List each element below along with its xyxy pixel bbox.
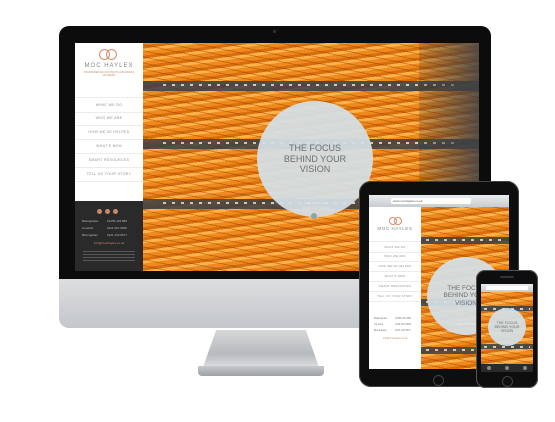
hero-circle: THE FOCUS BEHIND YOUR VISION — [488, 308, 526, 346]
brand-name: MOC HAYLES — [84, 63, 134, 69]
hero-title-line: VISION — [299, 164, 331, 175]
site-sidebar: MOC HAYLES CHARTERED ACCOUNTANTS & BUSIN… — [75, 43, 143, 271]
nav-who-we-are[interactable]: WHO WE ARE — [75, 111, 143, 126]
rack-bar — [421, 237, 509, 244]
sidebar-contact-panel: Basingstoke 01256 423 886 Limerick 0114 … — [75, 201, 143, 271]
phone-icon[interactable] — [505, 366, 509, 370]
iphone-device: THE FOCUS BEHIND YOUR VISION — [476, 270, 538, 388]
office-phone[interactable]: 01256 423 886 — [395, 317, 411, 320]
office-phone[interactable]: 0121 234 5677 — [395, 329, 411, 332]
twitter-icon[interactable] — [105, 209, 110, 214]
url-field[interactable]: www.mochayles.co.uk — [391, 198, 471, 204]
office-city: Basingstoke — [82, 219, 99, 223]
menu-icon[interactable] — [487, 366, 491, 370]
linkedin-icon[interactable] — [97, 209, 102, 214]
nav-smart-resources[interactable]: SMART RESOURCES — [75, 153, 143, 168]
hero-title-line: THE FOCUS — [288, 143, 341, 154]
office-city: Basingstoke — [374, 317, 388, 320]
mobile-tabbar — [481, 364, 533, 372]
contact-email[interactable]: info@mochayles.co.uk — [75, 241, 143, 245]
logo-icon-ring — [106, 49, 117, 60]
office-phone[interactable]: 0114 010 0008 — [395, 323, 411, 326]
hero-title-line: BEHIND YOUR — [283, 153, 347, 164]
hero-subtitle[interactable]: FIND OUT MORE — [289, 201, 343, 205]
office-city: Birmingham — [82, 233, 99, 237]
brand-tagline: CHARTERED ACCOUNTANTS & BUSINESS ADVISER… — [83, 71, 135, 77]
office-city: Limerick — [82, 226, 94, 230]
hero-title-line: VISION — [454, 299, 478, 307]
url-field[interactable] — [486, 286, 528, 290]
iphone-screen: THE FOCUS BEHIND YOUR VISION — [481, 284, 533, 372]
contact-email[interactable]: info@mochayles.co.uk — [369, 337, 421, 340]
hero-title-line: VISION — [500, 329, 514, 334]
hero-arrow-button[interactable] — [311, 213, 317, 219]
ipad-home-button — [433, 375, 444, 386]
browser-toolbar — [481, 284, 533, 292]
nav-tell-us-your-story[interactable]: TELL US YOUR STORY — [369, 291, 421, 302]
footer-fineprint — [83, 251, 135, 263]
hero-circle: THE FOCUS BEHIND YOUR VISION — [257, 101, 373, 217]
mail-icon[interactable] — [523, 366, 527, 370]
brand-name: MOC HAYLES — [377, 226, 413, 231]
nav-whats-new[interactable]: WHAT'S NEW — [75, 139, 143, 154]
facebook-icon[interactable] — [113, 209, 118, 214]
imac-camera-icon — [273, 30, 276, 33]
hero-subtitle[interactable]: WHAT WE CAN DO — [289, 206, 343, 210]
browser-toolbar: www.mochayles.co.uk — [369, 195, 509, 207]
iphone-speaker — [500, 276, 514, 278]
iphone-home-button — [502, 376, 513, 387]
office-city: Limerick — [374, 323, 383, 326]
nav-tell-us-your-story[interactable]: TELL US YOUR STORY — [75, 167, 143, 182]
imac-stand — [202, 330, 320, 370]
office-phone[interactable]: 0114 010 0008 — [107, 226, 127, 230]
office-phone[interactable]: 0121 234 5677 — [107, 233, 127, 237]
office-phone[interactable]: 01256 423 886 — [107, 219, 127, 223]
nav-how-weve-helped[interactable]: HOW WE'VE HELPED — [75, 125, 143, 140]
logo-icon-ring — [394, 217, 402, 225]
office-city: Birmingham — [374, 329, 387, 332]
site-sidebar: MOC HAYLES WHAT WE DO WHO WE ARE HOW WE'… — [369, 207, 421, 369]
imac-stand-base — [198, 366, 324, 376]
